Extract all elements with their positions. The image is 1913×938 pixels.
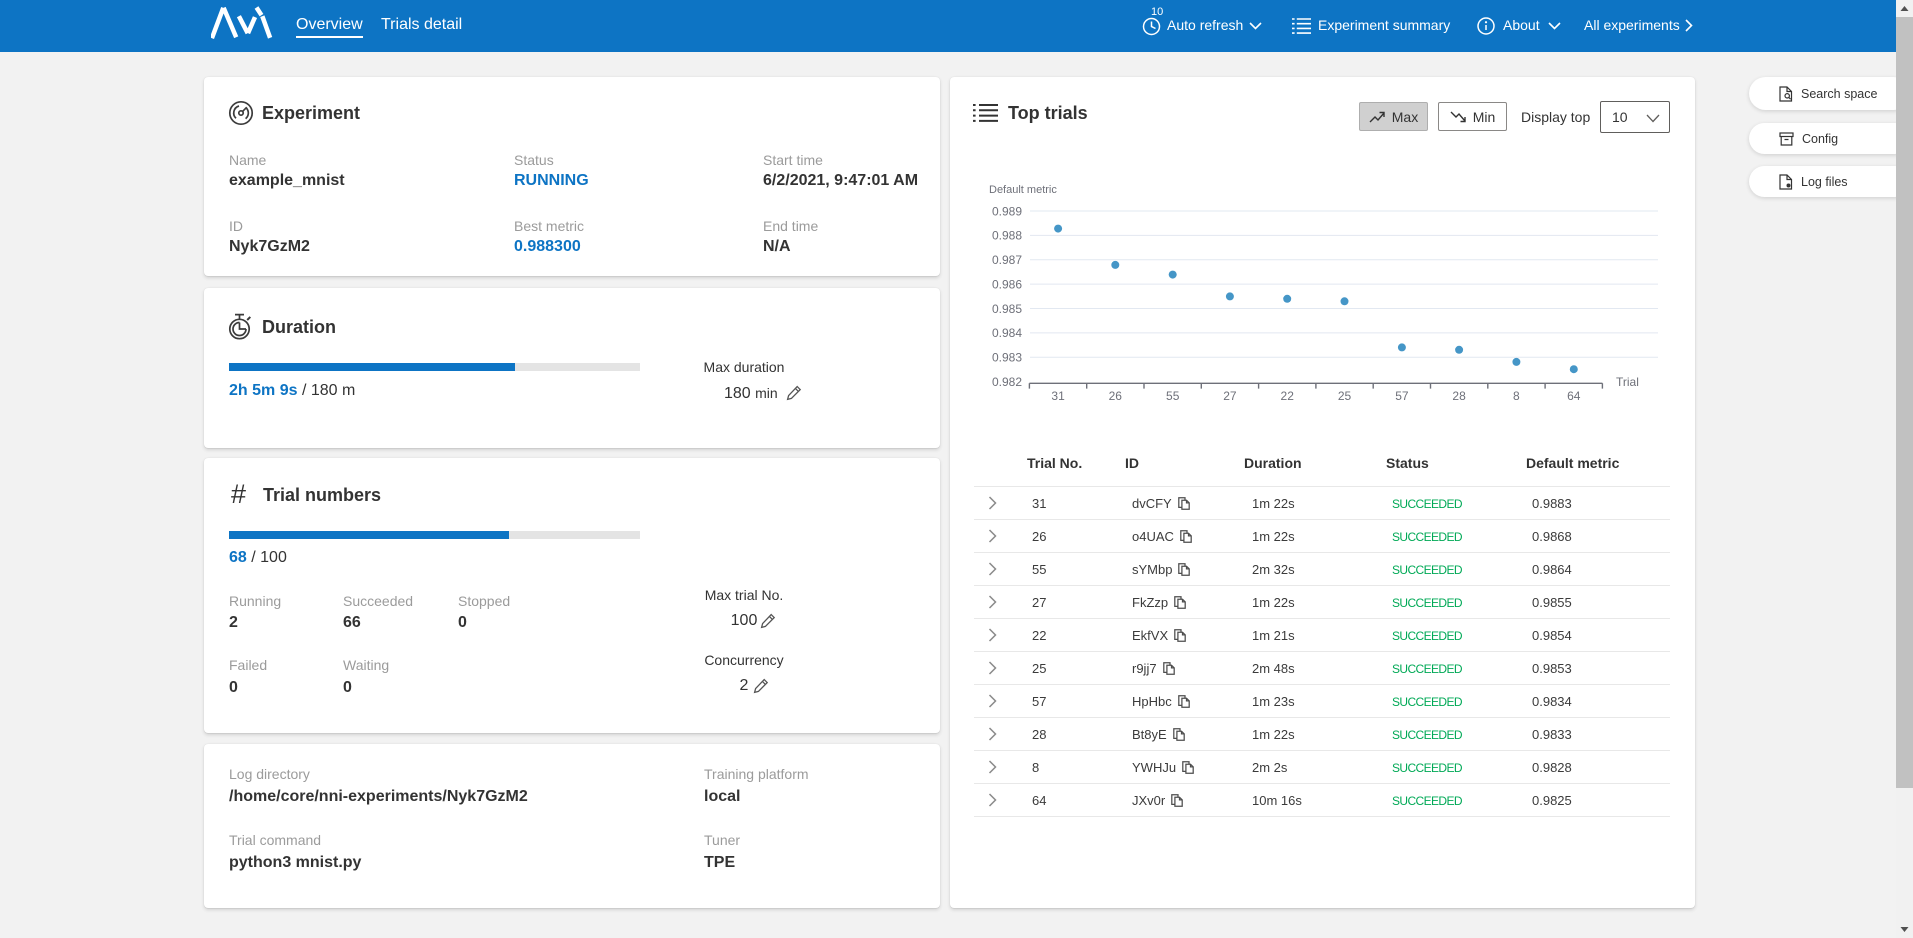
svg-text:0.985: 0.985 (992, 302, 1022, 316)
svg-text:64: 64 (1567, 389, 1581, 403)
svg-text:27: 27 (1223, 389, 1237, 403)
svg-text:Trial: Trial (1616, 375, 1639, 389)
svg-text:55: 55 (1166, 389, 1180, 403)
svg-text:28: 28 (1452, 389, 1466, 403)
svg-text:0.987: 0.987 (992, 253, 1022, 267)
svg-text:57: 57 (1395, 389, 1409, 403)
svg-text:26: 26 (1109, 389, 1123, 403)
svg-text:0.986: 0.986 (992, 277, 1022, 291)
svg-text:25: 25 (1338, 389, 1352, 403)
svg-text:22: 22 (1281, 389, 1295, 403)
svg-text:0.982: 0.982 (992, 375, 1022, 389)
svg-text:0.983: 0.983 (992, 351, 1022, 365)
svg-text:0.984: 0.984 (992, 326, 1022, 340)
svg-text:0.988: 0.988 (992, 229, 1022, 243)
svg-text:8: 8 (1513, 389, 1520, 403)
svg-text:0.989: 0.989 (992, 204, 1022, 218)
svg-text:31: 31 (1051, 389, 1065, 403)
